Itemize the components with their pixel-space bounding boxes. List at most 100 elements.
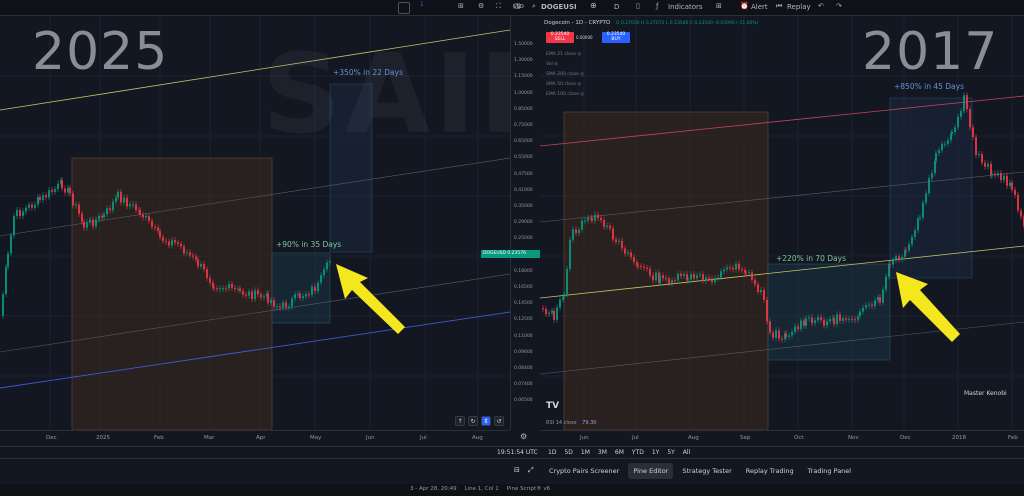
- range-button[interactable]: 1Y: [652, 449, 659, 456]
- time-tick: May: [310, 435, 322, 441]
- candle: [690, 274, 692, 280]
- candle: [25, 207, 27, 212]
- interval-d-button[interactable]: D: [614, 3, 619, 11]
- right-chart-pane[interactable]: TV 2017 +850% in 45 Days +220% in 70 Day…: [540, 16, 1024, 430]
- bottom-tab[interactable]: Pine Editor: [628, 463, 674, 479]
- rsi-label[interactable]: RSI 14 close: [546, 420, 577, 426]
- candle: [129, 204, 131, 207]
- candle: [925, 193, 927, 203]
- reset-icon[interactable]: ↻: [468, 416, 478, 426]
- candle: [69, 187, 71, 194]
- add-symbol-icon[interactable]: ⊕: [590, 1, 597, 10]
- candle: [75, 204, 77, 206]
- left-time-axis[interactable]: Dec 2025 Feb Mar Apr May Jun Jul Aug: [0, 430, 510, 446]
- alert-button[interactable]: Alert: [751, 3, 768, 11]
- candle: [814, 320, 816, 324]
- gear-icon[interactable]: ⚙: [478, 2, 484, 10]
- utc-clock[interactable]: 19:51:54 UTC: [497, 449, 538, 456]
- candle: [919, 217, 921, 219]
- candle: [636, 262, 638, 266]
- candle: [772, 332, 774, 338]
- candle: [901, 256, 903, 260]
- candle: [16, 209, 18, 217]
- right-time-axis[interactable]: Jun Jul Aug Sep Oct Nov Dec 2018 Feb: [540, 430, 1024, 446]
- up-icon[interactable]: ↑: [455, 416, 465, 426]
- auto-scale-icon[interactable]: ⇕: [481, 416, 491, 426]
- candle: [206, 269, 208, 278]
- candle: [57, 183, 59, 189]
- bottom-tab[interactable]: Replay Trading: [741, 463, 799, 479]
- alert-icon[interactable]: ⏰: [740, 2, 749, 10]
- candle: [117, 191, 119, 198]
- rsi-legend: RSI 14 close 79.30: [546, 420, 596, 426]
- settings-gear-icon[interactable]: ⚙: [520, 432, 527, 441]
- left-chart-pane[interactable]: SAIKI 2025 +350% in 22 Days +90% in 35 D…: [0, 16, 510, 430]
- range-button[interactable]: All: [683, 449, 690, 456]
- candle: [148, 216, 150, 221]
- replay-icon[interactable]: ⏮: [776, 2, 782, 11]
- time-tick: 2018: [952, 435, 966, 441]
- layout-icon[interactable]: ⊞: [458, 2, 464, 10]
- candle: [788, 335, 790, 337]
- interval-button[interactable]: 1: [420, 1, 424, 8]
- indicator-row[interactable]: SMA 50 close ◎: [546, 82, 581, 87]
- candle: [219, 288, 221, 290]
- redo-icon[interactable]: ↷: [836, 2, 842, 10]
- candle: [885, 276, 887, 290]
- legend-symbol[interactable]: Dogecoin - 1D - CRYPTO: [544, 20, 610, 26]
- candle: [1017, 194, 1019, 211]
- candle: [234, 287, 236, 290]
- candle: [848, 318, 850, 320]
- candle: [665, 278, 667, 280]
- range-button[interactable]: 1M: [581, 449, 590, 456]
- candle: [797, 326, 799, 330]
- bars-icon[interactable]: ▯: [636, 2, 640, 10]
- indicators-button[interactable]: Indicators: [668, 3, 703, 11]
- range-button[interactable]: 5D: [564, 449, 572, 456]
- candle: [687, 279, 689, 281]
- undo-icon[interactable]: ↶: [818, 2, 824, 10]
- bottom-tab[interactable]: Strategy Tester: [677, 463, 736, 479]
- range-button[interactable]: 6M: [615, 449, 624, 456]
- range-button[interactable]: 1D: [548, 449, 556, 456]
- templates-icon[interactable]: ⊞: [716, 2, 722, 10]
- candle: [106, 208, 108, 215]
- expand-icon[interactable]: ⤢: [528, 466, 534, 475]
- box-icon[interactable]: [398, 1, 410, 14]
- buy-label: BUY: [611, 37, 621, 42]
- time-tick: Feb: [1008, 435, 1018, 441]
- indicator-row[interactable]: EMA 100 close ◎: [546, 92, 584, 97]
- candle: [655, 272, 657, 281]
- sell-button[interactable]: 0.23540 SELL: [546, 32, 574, 43]
- fullscreen-icon[interactable]: ⛶: [496, 2, 501, 11]
- right-year-label: 2017: [862, 22, 999, 82]
- price-axis[interactable]: USD 1.50000 1.30000 1.15000 1.00000 0.85000 0…: [481, 4, 541, 430]
- candle: [1014, 189, 1016, 195]
- search-icon[interactable]: ⌕: [532, 2, 536, 11]
- range-button[interactable]: 3M: [598, 449, 607, 456]
- buy-button[interactable]: 0.23540 BUY: [602, 32, 630, 43]
- bottom-tabs-bar: ⊟ ⤢ Crypto Pairs Screener Pine Editor Stra…: [0, 458, 1024, 484]
- panel-icon[interactable]: ⊟: [514, 466, 520, 474]
- bottom-tab[interactable]: Trading Panel: [803, 463, 856, 479]
- indicator-row[interactable]: SMA 200 close ◎: [546, 72, 584, 77]
- candle: [944, 143, 946, 145]
- indicator-row[interactable]: Vol ◎: [546, 62, 558, 67]
- symbol-search[interactable]: DOGEUSI: [541, 3, 577, 11]
- candle: [820, 317, 822, 320]
- indicator-row[interactable]: EMA 21 close ◎: [546, 52, 581, 57]
- range-button[interactable]: YTD: [632, 449, 644, 456]
- time-tick: Oct: [794, 435, 804, 441]
- currency-label[interactable]: USD: [513, 4, 524, 10]
- candle: [273, 300, 275, 307]
- status-bar: 3 - Apr 28, 20:49 Line 1, Col 1 Pine Scrip…: [0, 484, 1024, 496]
- candle: [984, 162, 986, 167]
- indicators-icon[interactable]: ƒ: [656, 2, 658, 10]
- time-tick: Sep: [740, 435, 751, 441]
- candle: [1006, 175, 1008, 186]
- candle: [668, 278, 670, 284]
- range-button[interactable]: 5Y: [667, 449, 674, 456]
- replay-button[interactable]: Replay: [787, 3, 811, 11]
- bottom-tab[interactable]: Crypto Pairs Screener: [544, 463, 624, 479]
- refresh-icon[interactable]: ↺: [494, 416, 504, 426]
